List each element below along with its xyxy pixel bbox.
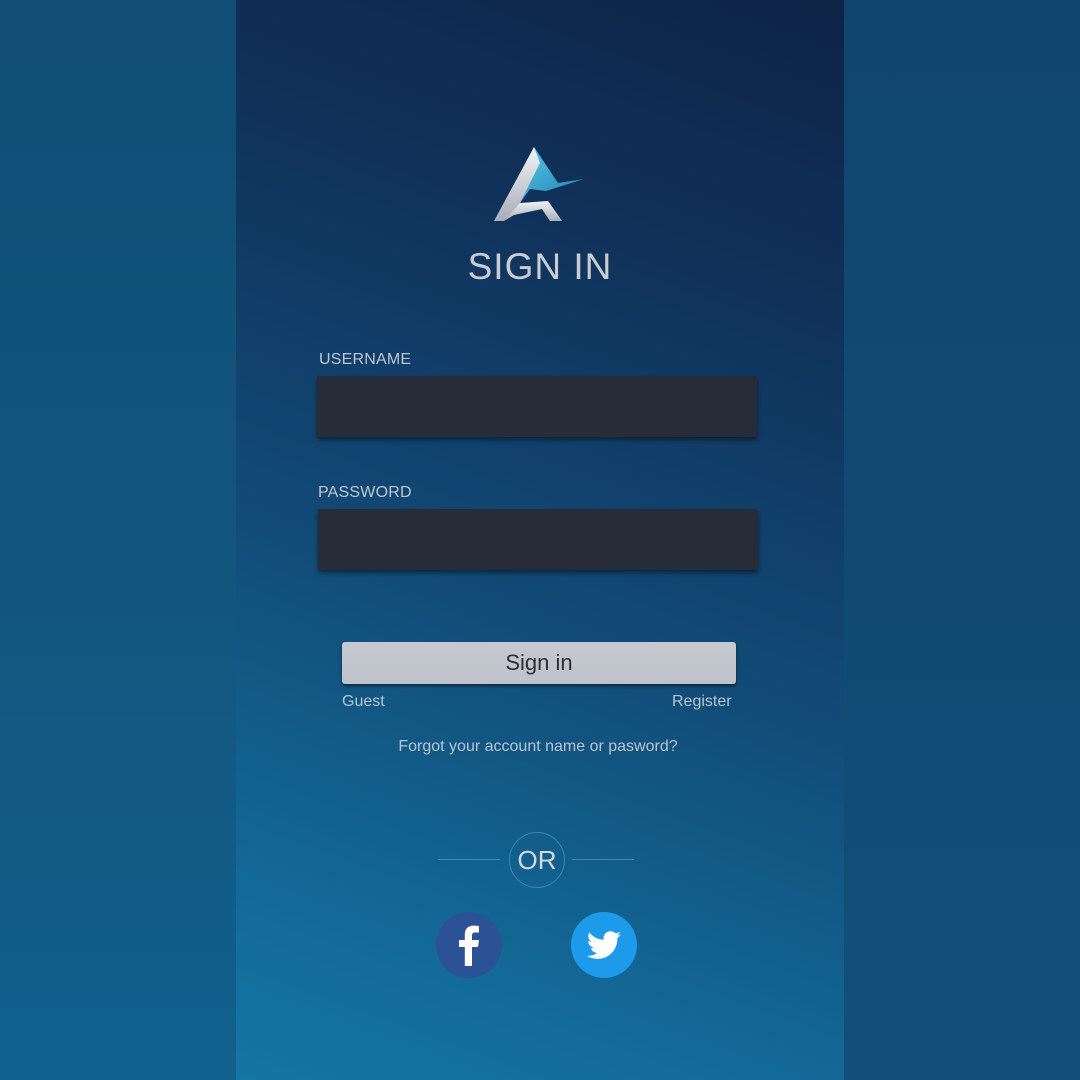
divider-line-right (572, 859, 634, 860)
facebook-icon (459, 925, 479, 966)
divider-line-left (438, 859, 500, 860)
guest-link[interactable]: Guest (342, 693, 385, 711)
password-input[interactable] (318, 509, 758, 570)
twitter-login-button[interactable] (571, 912, 637, 978)
facebook-login-button[interactable] (436, 912, 502, 978)
or-divider: OR (509, 832, 565, 888)
background-right (844, 0, 1080, 1080)
page-title: SIGN IN (467, 246, 613, 287)
sign-in-button[interactable]: Sign in (342, 642, 736, 684)
background-left (0, 0, 236, 1080)
password-label: PASSWORD (318, 484, 412, 501)
forgot-password-link[interactable]: Forgot your account name or pasword? (0, 738, 1076, 756)
twitter-icon (586, 931, 621, 959)
register-link[interactable]: Register (672, 693, 732, 711)
brand-logo-icon (490, 145, 590, 225)
username-input[interactable] (317, 376, 757, 437)
username-label: USERNAME (319, 351, 412, 368)
